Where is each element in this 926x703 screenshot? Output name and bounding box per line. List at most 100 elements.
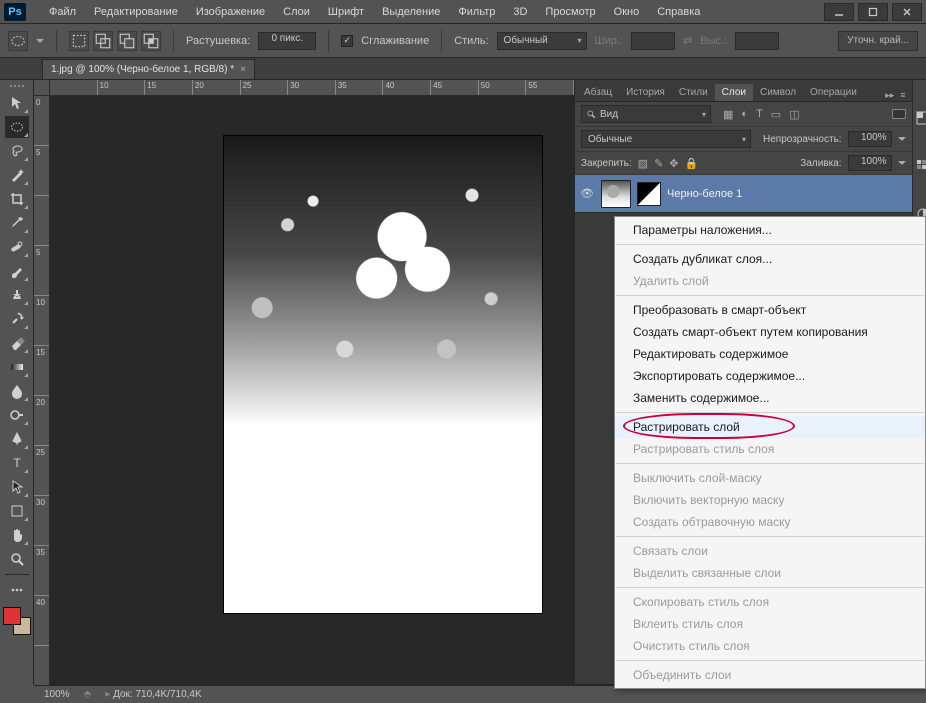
tool-preset-dropdown-icon[interactable] bbox=[36, 39, 44, 43]
antialias-checkbox[interactable]: ✓ bbox=[341, 35, 353, 47]
menu-справка[interactable]: Справка bbox=[648, 0, 709, 24]
menu-шрифт[interactable]: Шрифт bbox=[319, 0, 373, 24]
lock-all-icon[interactable]: 🔒 bbox=[685, 157, 699, 170]
ruler-origin[interactable] bbox=[34, 80, 50, 96]
fill-input[interactable]: 100% bbox=[848, 155, 892, 171]
lock-pixels-icon[interactable]: ✎ bbox=[654, 157, 663, 170]
context-menu-item[interactable]: Создать смарт-объект путем копирования bbox=[615, 321, 925, 343]
document-canvas[interactable] bbox=[224, 136, 542, 613]
hand-tool[interactable] bbox=[5, 524, 29, 546]
filter-shape-icon[interactable]: ▭ bbox=[771, 108, 781, 121]
window-close-button[interactable] bbox=[892, 3, 922, 21]
context-menu-item[interactable]: Растрировать слой bbox=[615, 416, 925, 438]
filter-pixel-icon[interactable]: ▦ bbox=[723, 108, 733, 121]
panel-tab-стили[interactable]: Стили bbox=[672, 84, 715, 101]
menu-фильтр[interactable]: Фильтр bbox=[449, 0, 504, 24]
menu-редактирование[interactable]: Редактирование bbox=[85, 0, 187, 24]
opacity-dropdown-icon[interactable] bbox=[898, 137, 906, 141]
context-menu-item[interactable]: Экспортировать содержимое... bbox=[615, 365, 925, 387]
vertical-ruler[interactable]: 05510152025303540 bbox=[34, 96, 50, 685]
panel-collapse-icon[interactable]: ▸▸ bbox=[885, 90, 894, 101]
menu-изображение[interactable]: Изображение bbox=[187, 0, 274, 24]
panel-tab-символ[interactable]: Символ bbox=[753, 84, 803, 101]
type-tool[interactable]: T bbox=[5, 452, 29, 474]
filter-type-icon[interactable]: T bbox=[756, 108, 763, 120]
document-info[interactable]: Док: 710,4K/710,4K bbox=[105, 689, 201, 700]
close-icon[interactable]: × bbox=[240, 64, 246, 75]
path-selection-tool[interactable] bbox=[5, 476, 29, 498]
current-tool-icon[interactable] bbox=[8, 31, 28, 51]
clone-stamp-tool[interactable] bbox=[5, 284, 29, 306]
eraser-tool[interactable] bbox=[5, 332, 29, 354]
selection-intersect-icon[interactable] bbox=[141, 31, 161, 51]
feather-input[interactable]: 0 пикс. bbox=[258, 32, 316, 50]
menu-файл[interactable]: Файл bbox=[40, 0, 85, 24]
menu-просмотр[interactable]: Просмотр bbox=[536, 0, 604, 24]
panel-tab-абзац[interactable]: Абзац bbox=[577, 84, 619, 101]
menu-окно[interactable]: Окно bbox=[605, 0, 649, 24]
panel-tab-операции[interactable]: Операции bbox=[803, 84, 864, 101]
canvas-area[interactable]: 10152025303540455055 05510152025303540 bbox=[34, 80, 574, 685]
context-menu-item: Вклеить стиль слоя bbox=[615, 613, 925, 635]
color-panel-icon[interactable] bbox=[913, 108, 926, 128]
opacity-input[interactable]: 100% bbox=[848, 131, 892, 147]
edit-toolbar-icon[interactable] bbox=[5, 579, 29, 601]
shape-tool[interactable] bbox=[5, 500, 29, 522]
panel-tab-strip: АбзацИсторияСтилиСлоиСимволОперации ▸▸ ≡ bbox=[575, 80, 912, 102]
window-minimize-button[interactable] bbox=[824, 3, 854, 21]
brush-tool[interactable] bbox=[5, 260, 29, 282]
filter-toggle-switch[interactable] bbox=[892, 109, 906, 119]
refine-edge-button[interactable]: Уточн. край... bbox=[838, 31, 918, 51]
context-menu-item[interactable]: Параметры наложения... bbox=[615, 219, 925, 241]
lasso-tool[interactable] bbox=[5, 140, 29, 162]
menu-выделение[interactable]: Выделение bbox=[373, 0, 449, 24]
panel-menu-icon[interactable]: ≡ bbox=[900, 90, 905, 101]
window-maximize-button[interactable] bbox=[858, 3, 888, 21]
filter-smart-icon[interactable]: ◫ bbox=[789, 108, 799, 121]
selection-subtract-icon[interactable] bbox=[117, 31, 137, 51]
context-menu-item[interactable]: Редактировать содержимое bbox=[615, 343, 925, 365]
search-icon bbox=[586, 109, 596, 119]
layer-filter-type-select[interactable]: Вид bbox=[581, 105, 711, 123]
fill-dropdown-icon[interactable] bbox=[898, 161, 906, 165]
swatches-panel-icon[interactable] bbox=[913, 156, 926, 176]
panel-tab-история[interactable]: История bbox=[619, 84, 672, 101]
horizontal-ruler[interactable]: 10152025303540455055 bbox=[50, 80, 574, 96]
panel-tab-слои[interactable]: Слои bbox=[715, 84, 753, 101]
foreground-color-swatch[interactable] bbox=[3, 607, 21, 625]
layer-thumbnail[interactable] bbox=[601, 180, 631, 208]
zoom-value[interactable]: 100% bbox=[44, 689, 70, 700]
menu-3d[interactable]: 3D bbox=[504, 0, 536, 24]
context-menu-item[interactable]: Создать дубликат слоя... bbox=[615, 248, 925, 270]
dodge-tool[interactable] bbox=[5, 404, 29, 426]
pen-tool[interactable] bbox=[5, 428, 29, 450]
document-tab[interactable]: 1.jpg @ 100% (Черно-белое 1, RGB/8) * × bbox=[42, 59, 255, 79]
blend-mode-select[interactable]: Обычные bbox=[581, 130, 751, 148]
healing-brush-tool[interactable] bbox=[5, 236, 29, 258]
toolbox-grip[interactable] bbox=[2, 82, 32, 90]
context-menu-item[interactable]: Заменить содержимое... bbox=[615, 387, 925, 409]
zoom-tool[interactable] bbox=[5, 548, 29, 570]
menu-слои[interactable]: Слои bbox=[274, 0, 319, 24]
blur-tool[interactable] bbox=[5, 380, 29, 402]
crop-tool[interactable] bbox=[5, 188, 29, 210]
magic-wand-tool[interactable] bbox=[5, 164, 29, 186]
marquee-tool[interactable] bbox=[5, 116, 29, 138]
lock-transparent-icon[interactable]: ▨ bbox=[638, 157, 648, 170]
context-menu-item[interactable]: Преобразовать в смарт-объект bbox=[615, 299, 925, 321]
layer-adjustment-icon[interactable] bbox=[637, 182, 661, 206]
move-tool[interactable] bbox=[5, 92, 29, 114]
filter-adjustment-icon[interactable]: ◐ bbox=[741, 108, 748, 120]
layer-item[interactable]: 👁 Черно-белое 1 bbox=[575, 175, 912, 213]
color-swatches[interactable] bbox=[3, 607, 31, 635]
lock-position-icon[interactable]: ✥ bbox=[669, 157, 678, 170]
history-brush-tool[interactable] bbox=[5, 308, 29, 330]
style-select[interactable]: Обычный bbox=[497, 32, 587, 50]
layer-visibility-icon[interactable]: 👁 bbox=[579, 187, 595, 200]
layer-context-menu: Параметры наложения... Создать дубликат с… bbox=[614, 216, 926, 689]
selection-add-icon[interactable] bbox=[93, 31, 113, 51]
eyedropper-tool[interactable] bbox=[5, 212, 29, 234]
gradient-tool[interactable] bbox=[5, 356, 29, 378]
layer-name[interactable]: Черно-белое 1 bbox=[667, 188, 742, 200]
selection-new-icon[interactable] bbox=[69, 31, 89, 51]
